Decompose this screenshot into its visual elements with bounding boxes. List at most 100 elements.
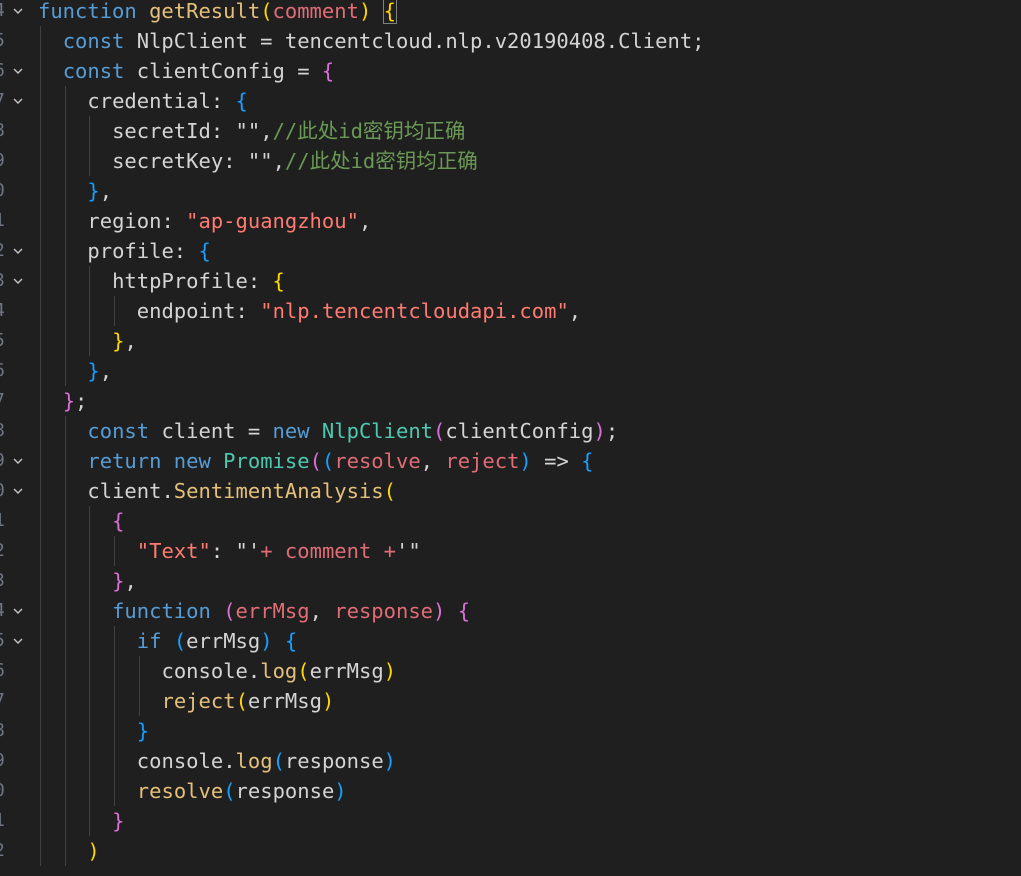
code-line[interactable]: 5}, — [0, 326, 1021, 356]
token: , — [260, 119, 273, 143]
indent-guide — [40, 536, 41, 566]
code-line[interactable]: 4 function (errMsg, response) { — [0, 596, 1021, 626]
token: ; — [605, 419, 619, 443]
code-line[interactable]: 7 credential: { — [0, 86, 1021, 116]
code-line[interactable]: 0 resolve(response) — [0, 776, 1021, 806]
code-line[interactable]: 4 function getResult(comment) { — [0, 0, 1021, 26]
token: credential — [87, 89, 211, 113]
line-number: 9 — [0, 146, 5, 176]
token: { — [321, 59, 335, 83]
indent-guide — [89, 266, 91, 296]
code-line[interactable]: 1} — [0, 806, 1021, 836]
line-number: 5 — [0, 26, 5, 56]
indent-guide — [64, 326, 66, 356]
indent-guide — [64, 716, 66, 746]
token: ( — [260, 0, 273, 23]
chevron-down-icon[interactable] — [12, 605, 24, 617]
code-line[interactable]: 5 const NlpClient = tencentcloud.nlp.v201… — [0, 26, 1021, 56]
code-line[interactable]: 8 secretId: "",//此处id密钥均正确 — [0, 116, 1021, 146]
indent-guide — [64, 656, 66, 686]
code-line[interactable]: 2 profile: { — [0, 236, 1021, 266]
indent-guide — [40, 296, 41, 326]
indent-guide — [40, 656, 41, 686]
code-line[interactable]: 9 console.log(response) — [0, 746, 1021, 776]
code-line[interactable]: 6 console.log(errMsg) — [0, 656, 1021, 686]
token: reject — [445, 449, 520, 473]
code-line[interactable]: 2) — [0, 836, 1021, 866]
chevron-down-icon[interactable] — [12, 275, 24, 287]
token: : — [210, 539, 236, 563]
chevron-down-icon[interactable] — [12, 485, 24, 497]
code-line[interactable]: 3 httpProfile: { — [0, 266, 1021, 296]
code-line[interactable]: 7 reject(errMsg) — [0, 686, 1021, 716]
indent-guide — [64, 836, 66, 866]
code-text: httpProfile: { — [112, 266, 285, 296]
code-line[interactable]: 6}, — [0, 356, 1021, 386]
code-line[interactable]: 7}; — [0, 386, 1021, 416]
token: "' — [235, 539, 261, 563]
indent-guide — [89, 506, 91, 536]
token: profile — [87, 239, 174, 263]
indent-guide — [40, 236, 41, 266]
indent-guide — [64, 296, 66, 326]
indent-guide — [89, 746, 91, 776]
line-number: 8 — [0, 116, 5, 146]
token: endpoint — [136, 299, 236, 323]
code-text: }, — [112, 326, 137, 356]
indent-guide — [64, 176, 66, 206]
chevron-down-icon[interactable] — [12, 635, 24, 647]
indent-guide — [89, 776, 91, 806]
chevron-down-icon[interactable] — [12, 5, 24, 17]
code-line[interactable]: 0 client.SentimentAnalysis( — [0, 476, 1021, 506]
code-line[interactable]: 9return new Promise((resolve, reject) =>… — [0, 446, 1021, 476]
token: ( — [235, 689, 248, 713]
indent-guide — [40, 506, 41, 536]
token: clientConfig — [136, 59, 285, 83]
token: '" — [396, 539, 421, 563]
indent-guide — [64, 146, 66, 176]
indent-guide — [114, 746, 116, 776]
indent-guide — [64, 776, 66, 806]
code-line[interactable]: 6 const clientConfig = { — [0, 56, 1021, 86]
indent-guide — [40, 356, 41, 386]
indent-guide — [40, 836, 41, 866]
indent-guide — [40, 776, 41, 806]
chevron-down-icon[interactable] — [12, 455, 24, 467]
token: => — [531, 449, 582, 473]
code-line[interactable]: 8} — [0, 716, 1021, 746]
line-number: 5 — [0, 626, 5, 656]
token: ) — [433, 599, 446, 623]
indent-guide — [64, 746, 66, 776]
code-line[interactable]: 1{ — [0, 506, 1021, 536]
indent-guide — [64, 356, 66, 386]
code-line[interactable]: 5 if (errMsg) { — [0, 626, 1021, 656]
token: { — [112, 509, 125, 533]
indent-guide — [64, 206, 66, 236]
code-line[interactable]: 8 const client = new NlpClient(clientConf… — [0, 416, 1021, 446]
chevron-down-icon[interactable] — [12, 95, 24, 107]
code-line[interactable]: 4 endpoint: "nlp.tencentcloudapi.com", — [0, 296, 1021, 326]
code-line[interactable]: 2 "Text": "'+ comment +'" — [0, 536, 1021, 566]
indent-guide — [114, 296, 116, 326]
token: = — [235, 419, 273, 443]
code-line[interactable]: 1 region: "ap-guangzhou", — [0, 206, 1021, 236]
indent-guide — [64, 416, 66, 446]
token: ; — [75, 389, 88, 413]
code-line[interactable]: 0}, — [0, 176, 1021, 206]
token: function — [112, 599, 211, 623]
token: "" — [235, 119, 261, 143]
code-line[interactable]: 9 secretKey: "",//此处id密钥均正确 — [0, 146, 1021, 176]
chevron-down-icon[interactable] — [12, 65, 24, 77]
token: "ap-guangzhou" — [186, 209, 359, 233]
token: "Text" — [136, 539, 211, 563]
chevron-down-icon[interactable] — [12, 245, 24, 257]
indent-guide — [40, 206, 41, 236]
indent-guide — [40, 746, 41, 776]
code-line[interactable]: 3}, — [0, 566, 1021, 596]
code-editor[interactable]: 4function getResult(comment) {5const Nlp… — [0, 0, 1021, 876]
